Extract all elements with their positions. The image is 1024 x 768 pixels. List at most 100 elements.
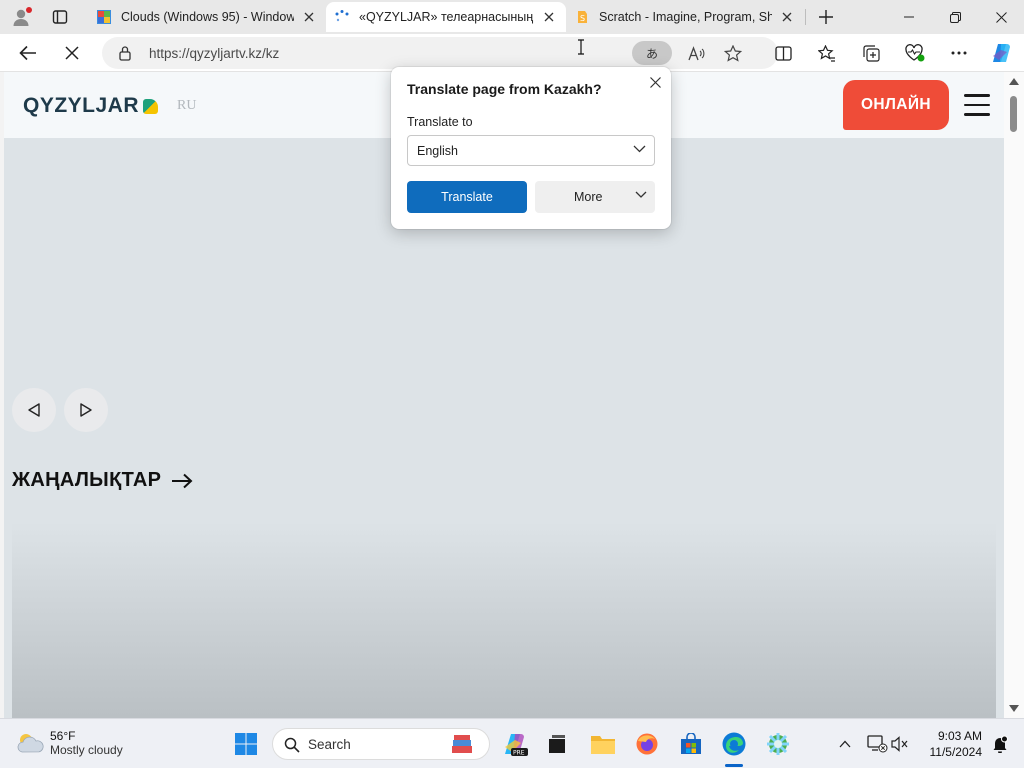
- read-aloud-icon[interactable]: [688, 46, 706, 62]
- slider-next-button[interactable]: [64, 388, 108, 432]
- tab-scratch[interactable]: S Scratch - Imagine, Program, Share: [566, 2, 804, 32]
- profile-button[interactable]: [6, 3, 38, 31]
- restore-icon: [949, 11, 961, 23]
- task-view-button[interactable]: [541, 728, 573, 760]
- close-tab-icon[interactable]: [778, 8, 796, 26]
- chevron-down-icon: [633, 145, 646, 153]
- more-options-button[interactable]: More: [535, 181, 655, 213]
- copilot-icon: [993, 44, 1010, 62]
- close-icon: [649, 76, 661, 88]
- news-section-link[interactable]: ЖАҢАЛЫҚТАР: [12, 469, 193, 492]
- tab-clouds[interactable]: Clouds (Windows 95) - Windows: [88, 2, 326, 32]
- search-highlight-books-icon: [452, 735, 472, 753]
- loading-spinner-icon: [334, 9, 350, 25]
- tab-actions-icon: [52, 10, 68, 24]
- selected-language: English: [417, 144, 458, 158]
- svg-text:PRE: PRE: [513, 750, 525, 757]
- split-screen-button[interactable]: [768, 38, 798, 68]
- settings-more-button[interactable]: [944, 38, 974, 68]
- folder-icon: [591, 736, 615, 754]
- translate-popup: Translate page from Kazakh? Translate to…: [391, 67, 671, 229]
- taskbar-search-box[interactable]: Search: [272, 728, 490, 760]
- favorites-button[interactable]: [812, 38, 842, 68]
- scrollbar-thumb[interactable]: [1010, 96, 1017, 132]
- edge-icon: [722, 732, 746, 756]
- back-button[interactable]: [13, 38, 43, 68]
- restore-button[interactable]: [932, 0, 978, 34]
- active-app-indicator: [725, 764, 743, 767]
- translate-button[interactable]: Translate: [407, 181, 527, 213]
- svg-text:S: S: [580, 14, 585, 23]
- popup-title: Translate page from Kazakh?: [407, 81, 602, 97]
- scroll-down-icon[interactable]: [1009, 705, 1019, 712]
- show-hidden-icons-button[interactable]: [829, 728, 861, 760]
- text-cursor-icon: [578, 39, 584, 55]
- copilot-preview-icon: PRE: [505, 734, 528, 757]
- search-icon: [284, 737, 300, 753]
- pinned-app-button[interactable]: [762, 728, 794, 760]
- collections-icon: [862, 44, 880, 62]
- tab-qyzyljar[interactable]: «QYZYLJAR» телеарнасының ре: [326, 2, 566, 32]
- vertical-scrollbar[interactable]: [1004, 72, 1024, 718]
- minimize-button[interactable]: [886, 0, 932, 34]
- copilot-button[interactable]: [986, 38, 1016, 68]
- clock-time: 9:03 AM: [937, 729, 982, 743]
- translate-indicator-icon[interactable]: あ: [632, 41, 672, 65]
- task-view-icon: [549, 735, 565, 753]
- profile-icon: [13, 7, 32, 26]
- stop-icon: [65, 46, 79, 60]
- site-logo[interactable]: QYZYLJAR: [23, 94, 159, 118]
- tab-title: «QYZYLJAR» телеарнасының ре: [359, 10, 534, 24]
- close-window-button[interactable]: [978, 0, 1024, 34]
- hamburger-menu-icon[interactable]: [964, 94, 990, 116]
- scratch-favicon-icon: S: [574, 9, 590, 25]
- speaker-muted-icon: [891, 736, 908, 752]
- volume-button[interactable]: [884, 728, 916, 760]
- gear-globe-app-icon: [767, 733, 789, 755]
- weather-widget[interactable]: 56°F Mostly cloudy: [16, 729, 123, 757]
- microsoft-store-button[interactable]: [675, 728, 707, 760]
- triangle-right-icon: [80, 403, 92, 417]
- cloudy-weather-icon: [17, 734, 44, 753]
- firefox-icon: [636, 733, 658, 755]
- tab-title: Scratch - Imagine, Program, Share: [599, 10, 772, 24]
- windows-taskbar: 56°F Mostly cloudy Search PRE 9:03 AM 11…: [0, 718, 1024, 768]
- start-button[interactable]: [230, 728, 262, 760]
- tab-strip: Clouds (Windows 95) - Windows «QYZYLJAR»…: [0, 0, 1024, 34]
- close-tab-icon[interactable]: [540, 8, 558, 26]
- file-explorer-button[interactable]: [587, 728, 619, 760]
- language-switch-link[interactable]: RU: [177, 98, 196, 114]
- new-tab-button[interactable]: [810, 3, 842, 31]
- tab-actions-button[interactable]: [44, 3, 76, 31]
- close-tab-icon[interactable]: [300, 8, 318, 26]
- more-dots-icon: [951, 51, 967, 55]
- copilot-pre-taskbar-button[interactable]: PRE: [499, 728, 531, 760]
- translate-to-label: Translate to: [407, 115, 473, 129]
- slider-prev-button[interactable]: [12, 388, 56, 432]
- firefox-button[interactable]: [631, 728, 663, 760]
- close-popup-button[interactable]: [646, 73, 664, 91]
- triangle-left-icon: [28, 403, 40, 417]
- chevron-down-icon: [635, 191, 647, 198]
- store-bag-icon: [681, 733, 701, 754]
- browser-essentials-button[interactable]: [900, 38, 930, 68]
- address-bar[interactable]: https://qyzyljartv.kz/kz あ: [102, 37, 778, 69]
- news-image-placeholder[interactable]: [12, 522, 996, 718]
- notification-bell-icon: [993, 735, 1008, 753]
- stop-loading-button[interactable]: [57, 38, 87, 68]
- url-text[interactable]: https://qyzyljartv.kz/kz: [149, 46, 279, 61]
- weather-description: Mostly cloudy: [50, 743, 123, 757]
- collections-button[interactable]: [856, 38, 886, 68]
- more-label: More: [574, 190, 603, 204]
- site-info-lock-icon[interactable]: [118, 45, 132, 61]
- notifications-button[interactable]: [984, 728, 1016, 760]
- scroll-up-icon[interactable]: [1009, 78, 1019, 85]
- online-live-button[interactable]: ОНЛАЙН: [843, 80, 949, 130]
- target-language-select[interactable]: English: [407, 135, 655, 166]
- system-clock[interactable]: 9:03 AM 11/5/2024: [922, 728, 983, 760]
- favorite-star-icon[interactable]: [724, 45, 742, 62]
- chevron-up-icon: [839, 740, 851, 748]
- news-section-title: ЖАҢАЛЫҚТАР: [12, 469, 162, 491]
- logo-mark-icon: [143, 98, 159, 114]
- edge-taskbar-button[interactable]: [718, 728, 750, 760]
